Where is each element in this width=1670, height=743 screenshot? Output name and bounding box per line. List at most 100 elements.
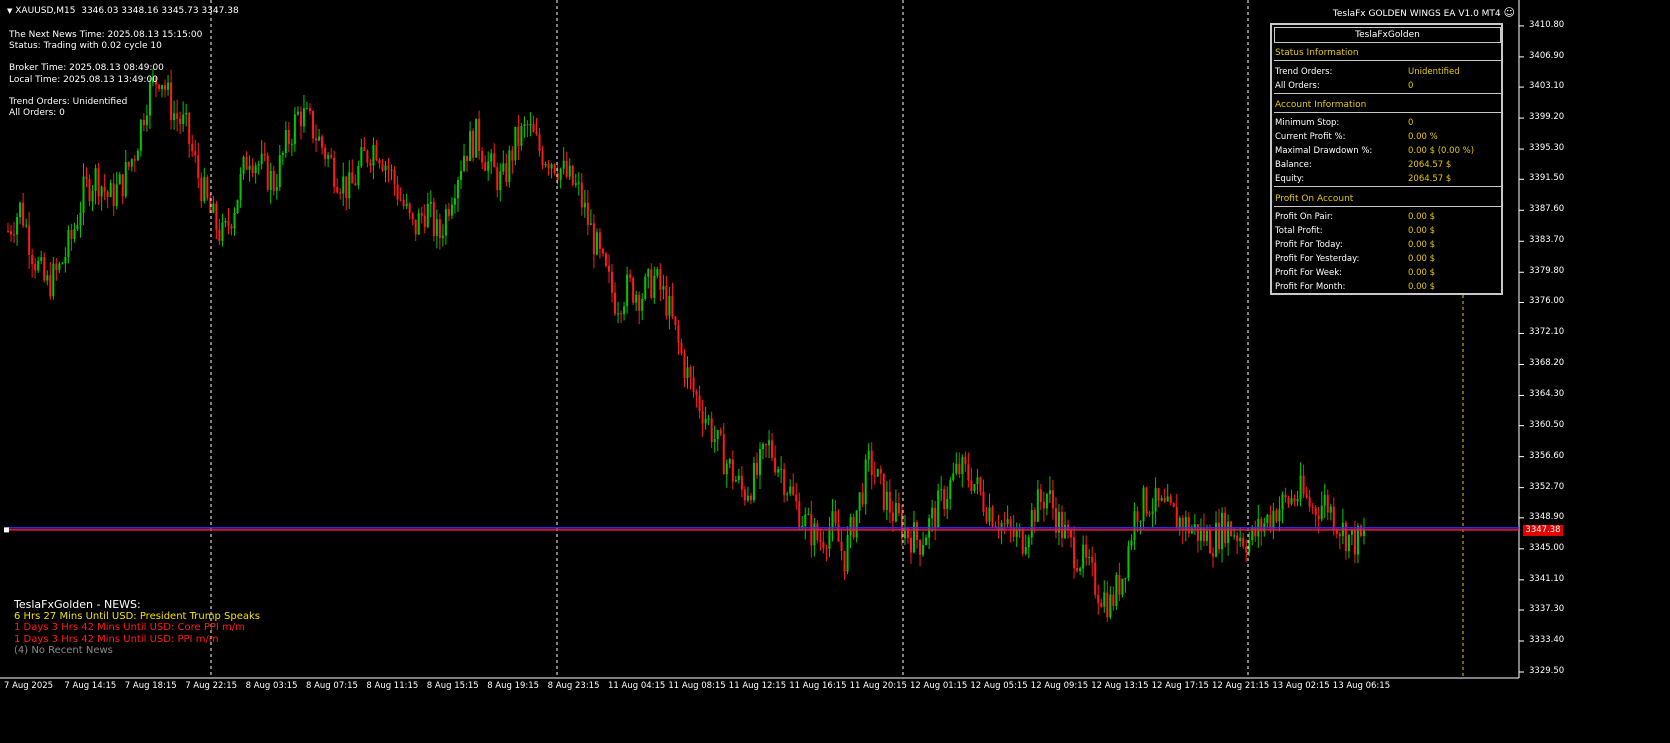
candle-body (203, 177, 206, 202)
candle-body (1030, 510, 1033, 538)
candle-body (1015, 530, 1018, 537)
candle-body (1236, 535, 1239, 542)
candle-body (179, 118, 182, 125)
candle-body (31, 255, 34, 264)
candle-body (765, 444, 768, 446)
candle-body (864, 459, 867, 505)
candle-body (318, 136, 321, 141)
candle-body (1130, 540, 1133, 546)
candle-body (1024, 547, 1027, 554)
candle-body (224, 220, 227, 223)
candle-body (230, 226, 233, 229)
candle-body (873, 475, 876, 477)
candle-body (34, 263, 37, 271)
candle-body (254, 165, 257, 174)
candle-body (840, 541, 843, 551)
candle-body (1006, 519, 1009, 525)
panel-title: TeslaFxGolden (1274, 27, 1501, 43)
candle-body (919, 539, 922, 555)
candle-body (837, 523, 840, 542)
candle-body (822, 541, 825, 549)
candle-body (269, 170, 272, 191)
candle-body (284, 130, 287, 153)
candle-body (393, 169, 396, 185)
candle-body (1036, 489, 1039, 522)
candle-body (1181, 517, 1184, 531)
candle-body (695, 391, 698, 396)
time-axis-label: 11 Aug 04:15 (608, 681, 666, 691)
candle-body (236, 199, 239, 214)
time-axis-label: 13 Aug 06:15 (1332, 681, 1391, 691)
price-axis-label: 3329.50 (1529, 666, 1565, 676)
candle-body (734, 480, 737, 482)
price-axis-label: 3345.00 (1529, 542, 1565, 553)
candle-body (1311, 506, 1314, 508)
price-axis-label: 3341.10 (1529, 573, 1565, 584)
candle-body (106, 191, 109, 198)
candle-body (897, 503, 900, 514)
candle-body (450, 204, 453, 216)
candle-body (1308, 497, 1311, 507)
candle-body (547, 163, 550, 169)
candle-body (1245, 546, 1248, 553)
candle-body (1133, 511, 1136, 541)
candle-body (680, 342, 683, 354)
candle-body (1085, 544, 1088, 558)
candle-body (746, 495, 749, 501)
candle-body (441, 235, 444, 239)
time-axis-label: 12 Aug 13:15 (1091, 681, 1149, 691)
candle-body (713, 439, 716, 443)
profit-row: Profit On Pair: 0.00 $ (1275, 212, 1436, 222)
candle-body (816, 523, 819, 541)
candle-body (239, 173, 242, 200)
profit-row: Profit For Today: 0.00 $ (1275, 240, 1436, 250)
candle-body (1091, 556, 1094, 563)
divider (1274, 112, 1501, 113)
candle-body (888, 491, 891, 513)
price-axis-label: 3364.30 (1529, 389, 1565, 400)
candle-body (16, 217, 19, 235)
candle-body (1278, 509, 1281, 522)
candle-body (1248, 540, 1251, 553)
candle-body (1070, 529, 1073, 538)
all-orders: All Orders: 0 (9, 108, 65, 119)
candle-body (348, 172, 351, 199)
candle-body (970, 480, 973, 491)
candle-body (55, 263, 58, 270)
candle-body (321, 136, 324, 148)
bid-line-handle[interactable] (4, 527, 9, 533)
candle-body (1157, 488, 1160, 501)
candle-body (677, 325, 680, 343)
price-axis-label: 3406.90 (1529, 50, 1565, 61)
candle-body (345, 176, 348, 199)
candle-body (447, 209, 450, 216)
account-row: Maximal Drawdown %: 0.00 $ (0.00 %) (1275, 146, 1475, 156)
candle-body (632, 277, 635, 303)
ea-smiley-icon[interactable]: ☺ (1504, 6, 1515, 19)
candle-body (813, 523, 816, 546)
candle-body (390, 169, 393, 171)
candle-body (991, 507, 994, 527)
candle-body (644, 276, 647, 299)
candle-body (463, 155, 466, 171)
candle-body (248, 165, 251, 170)
candle-body (1284, 494, 1287, 498)
candle-body (136, 150, 139, 161)
candle-body (97, 168, 100, 197)
candle-body (807, 513, 810, 515)
candle-body (1293, 498, 1296, 502)
candle-body (538, 134, 541, 152)
candle-body (435, 219, 438, 236)
price-axis-label: 3395.30 (1529, 143, 1565, 154)
candle-body (876, 469, 879, 477)
candle-body (212, 203, 215, 213)
candle-body (369, 162, 372, 166)
candle-body (251, 165, 254, 174)
candle-body (112, 183, 115, 207)
candle-body (710, 418, 713, 443)
candle-body (1076, 568, 1079, 572)
candle-body (363, 147, 366, 152)
collapse-arrow-icon[interactable]: ▼ (7, 7, 12, 15)
price-axis-label: 3337.30 (1529, 604, 1565, 614)
candle-body (789, 486, 792, 494)
